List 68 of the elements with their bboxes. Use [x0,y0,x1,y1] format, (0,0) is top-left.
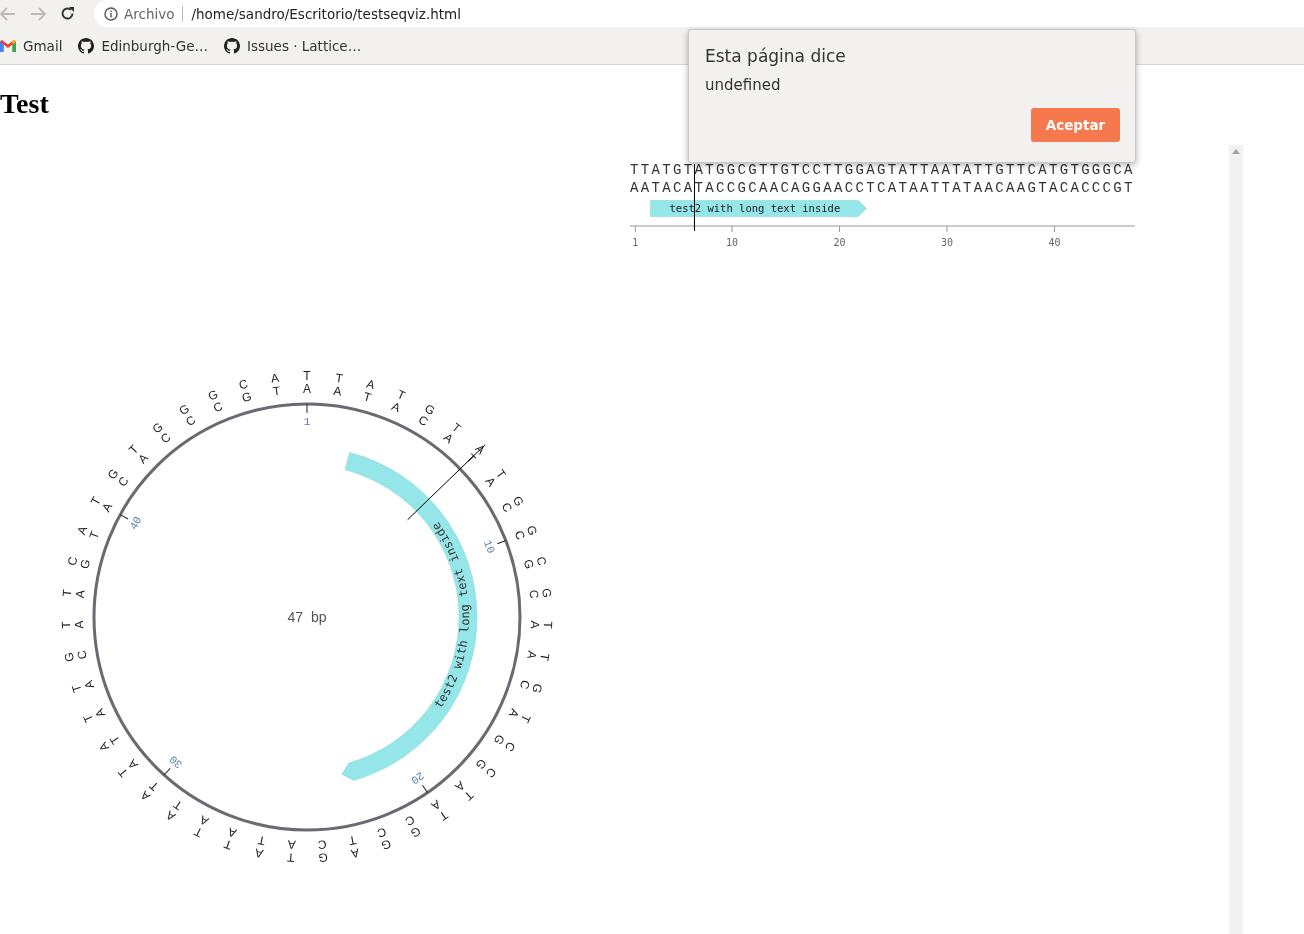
tick-label: 40 [1048,237,1061,248]
base-letter: A [287,837,297,852]
base-letter: A [527,620,542,629]
base-letter: T [171,797,185,813]
tick-label: 1 [632,237,639,248]
tick-mark [421,784,429,794]
reload-icon[interactable] [60,6,75,21]
base-letter: C [402,812,417,829]
base-letter: T [256,832,267,848]
base-letter: C [511,528,528,542]
base-letter: T [86,529,103,541]
gmail-icon [0,39,16,52]
cursor-line [693,163,695,232]
base-letter: A [253,845,265,861]
base-letter: T [334,370,344,386]
base-letter: A [428,796,444,813]
tick-label: 30 [940,237,953,248]
base-letter: A [269,370,280,386]
tick-mark [163,767,171,776]
base-letter: T [493,466,509,482]
dialog-title: Esta página dice [705,46,847,66]
base-letter: G [317,850,329,865]
length-label: 47 bp [287,609,327,625]
tick-label: 10 [726,237,739,248]
base-letter: A [349,845,361,861]
url-text[interactable]: /home/sandro/Escritorio/testseqviz.html [189,5,461,22]
tick-mark [496,539,507,545]
dialog-message: undefined [705,76,782,94]
base-letter: A [440,430,456,447]
forward-icon[interactable] [30,6,46,21]
github-icon [224,37,240,54]
base-letter: T [106,732,123,747]
bookmark-link[interactable]: Issues · Lattice… [224,37,362,54]
base-letter: A [332,383,343,399]
scroll-up-icon[interactable] [1232,149,1240,154]
back-icon[interactable] [0,6,16,21]
tick-label: 20 [408,769,427,787]
page-heading: Test [0,87,49,121]
base-letter: C [526,589,542,600]
base-letter: T [303,369,311,383]
base-letter: T [59,588,75,598]
tick-mark [119,514,129,520]
base-letter: C [317,837,327,852]
tick-label: 10 [481,538,497,556]
bookmark-link[interactable]: Gmail [0,37,63,54]
tick-label: 1 [303,416,311,428]
github-icon [78,37,95,54]
base-letter: T [286,850,296,865]
bookmark-link[interactable]: Edinburgh-Ge… [78,37,208,54]
base-letter: T [347,832,358,848]
base-letter: A [72,620,87,629]
tick-mark [306,403,308,414]
scroll-bar[interactable] [1229,145,1243,934]
tick-label: 20 [833,237,846,248]
base-letter: T [59,621,74,629]
base-letter: T [540,621,555,629]
base-letter: T [272,383,282,399]
base-letter: G [539,587,555,599]
tick-label: 30 [167,752,186,771]
base-letter: T [146,778,162,794]
base-letter: T [463,451,479,466]
base-letter: A [524,649,540,661]
info-icon[interactable] [104,6,118,21]
tick-label: 40 [127,514,145,532]
security-label: Archivo [124,5,184,22]
base-letter: A [303,382,311,396]
base-letter: A [72,589,88,599]
base-letter: T [537,652,553,662]
